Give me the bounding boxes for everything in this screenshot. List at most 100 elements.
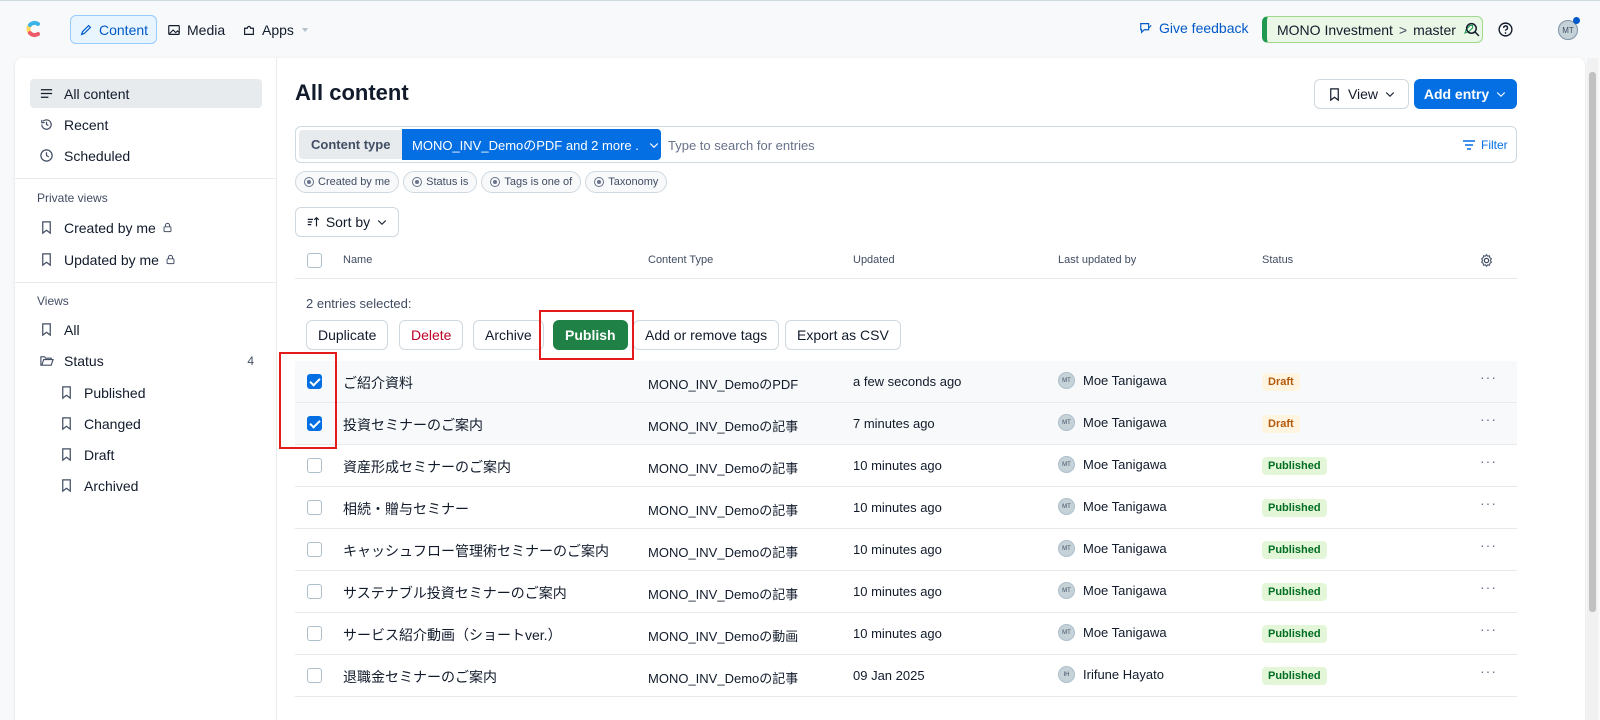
sidebar-item-updated-by-me[interactable]: Updated by me [30, 245, 262, 274]
chip-label: Taxonomy [608, 176, 659, 188]
avatar: MT [1058, 498, 1075, 515]
entry-name[interactable]: 退職金セミナーのご案内 [343, 667, 497, 687]
column-header-status[interactable]: Status [1262, 254, 1293, 266]
entry-content-type: MONO_INV_Demoの記事 [648, 419, 799, 434]
sidebar-item-label: Draft [84, 446, 115, 463]
sidebar-item-changed[interactable]: Changed [50, 409, 262, 438]
more-actions-icon[interactable]: ··· [1480, 579, 1497, 595]
column-header-last-updated-by[interactable]: Last updated by [1058, 254, 1136, 266]
chip-created-by-me[interactable]: Created by me [295, 171, 400, 193]
nav-content[interactable]: Content [70, 15, 158, 44]
nav-media[interactable]: Media [159, 15, 233, 44]
row-checkbox[interactable] [307, 668, 322, 683]
table-row[interactable]: 退職金セミナーのご案内 MONO_INV_Demoの記事 09 Jan 2025… [295, 655, 1517, 697]
sidebar-item-archived[interactable]: Archived [50, 471, 262, 500]
chip-tags-is-one-of[interactable]: Tags is one of [481, 171, 582, 193]
row-checkbox[interactable] [307, 542, 322, 557]
chip-taxonomy[interactable]: Taxonomy [585, 171, 668, 193]
image-icon [168, 24, 180, 35]
search-icon[interactable] [1464, 21, 1481, 38]
sidebar-item-scheduled[interactable]: Scheduled [30, 141, 262, 170]
row-checkbox[interactable] [307, 458, 322, 473]
scrollbar-thumb[interactable] [1589, 72, 1596, 612]
export-csv-button[interactable]: Export as CSV [785, 320, 901, 350]
sidebar-divider [15, 282, 277, 283]
bookmark-icon [42, 253, 51, 267]
sort-icon [307, 216, 319, 227]
view-button-label: View [1347, 86, 1379, 102]
content-type-value: MONO_INV_DemoのPDF and 2 more ... [412, 138, 640, 153]
user-name: Moe Tanigawa [1083, 373, 1167, 388]
delete-button[interactable]: Delete [399, 320, 464, 350]
row-checkbox[interactable] [307, 500, 322, 515]
column-header-content-type[interactable]: Content Type [648, 254, 713, 266]
table-row[interactable]: 相続・贈与セミナー MONO_INV_Demoの記事 10 minutes ag… [295, 487, 1517, 529]
sidebar-item-all[interactable]: All [30, 315, 262, 344]
gear-icon[interactable] [1479, 253, 1494, 268]
row-checkbox[interactable] [307, 626, 322, 641]
table-row[interactable]: ご紹介資料 MONO_INV_DemoのPDF a few seconds ag… [295, 361, 1517, 403]
sidebar-item-recent[interactable]: Recent [30, 110, 262, 139]
give-feedback-link[interactable]: Give feedback [1139, 20, 1249, 36]
entry-name[interactable]: キャッシュフロー管理術セミナーのご案内 [343, 541, 609, 561]
nav-apps[interactable]: Apps [234, 15, 318, 44]
nav-content-label: Content [99, 21, 149, 38]
sort-by-button[interactable]: Sort by [295, 207, 399, 237]
table-row[interactable]: サステナブル投資セミナーのご案内 MONO_INV_Demoの記事 10 min… [295, 571, 1517, 613]
content-type-select[interactable]: MONO_INV_DemoのPDF and 2 more ... [402, 129, 661, 160]
space-environment-switcher[interactable]: MONO Investment > master [1262, 16, 1483, 43]
sidebar-item-all-content[interactable]: All content [30, 79, 262, 108]
duplicate-button[interactable]: Duplicate [306, 320, 389, 350]
table-header: Name Content Type Updated Last updated b… [295, 242, 1517, 279]
view-button[interactable]: View [1314, 79, 1409, 109]
entry-name[interactable]: サステナブル投資セミナーのご案内 [343, 583, 567, 603]
caret-down-icon [301, 27, 309, 32]
puzzle-icon [244, 25, 254, 35]
select-all-checkbox[interactable] [307, 253, 322, 268]
chip-label: Created by me [318, 176, 391, 188]
sidebar-item-published[interactable]: Published [50, 378, 262, 407]
entry-name[interactable]: 投資セミナーのご案内 [343, 415, 483, 435]
column-header-updated[interactable]: Updated [853, 254, 895, 266]
entry-updated: a few seconds ago [853, 374, 962, 389]
sidebar-folder-status[interactable]: Status 4 [30, 346, 262, 375]
entry-name[interactable]: ご紹介資料 [343, 373, 413, 393]
environment-name: master [1413, 21, 1456, 38]
chip-status-is[interactable]: Status is [403, 171, 478, 193]
more-actions-icon[interactable]: ··· [1480, 537, 1497, 553]
chevron-down-icon [649, 142, 659, 148]
help-icon[interactable] [1497, 21, 1514, 38]
entry-name[interactable]: 資産形成セミナーのご案内 [343, 457, 511, 477]
entry-name[interactable]: サービス紹介動画（ショートver.） [343, 625, 562, 645]
search-input[interactable] [668, 133, 1368, 157]
more-actions-icon[interactable]: ··· [1480, 495, 1497, 511]
table-row[interactable]: 資産形成セミナーのご案内 MONO_INV_Demoの記事 10 minutes… [295, 445, 1517, 487]
more-actions-icon[interactable]: ··· [1480, 369, 1497, 385]
bookmark-icon [42, 323, 51, 337]
more-actions-icon[interactable]: ··· [1480, 411, 1497, 427]
column-header-name[interactable]: Name [343, 254, 372, 266]
contentful-logo[interactable] [22, 17, 46, 41]
sidebar-item-draft[interactable]: Draft [50, 440, 262, 469]
more-actions-icon[interactable]: ··· [1480, 621, 1497, 637]
more-actions-icon[interactable]: ··· [1480, 453, 1497, 469]
table-row[interactable]: サービス紹介動画（ショートver.） MONO_INV_Demoの動画 10 m… [295, 613, 1517, 655]
row-checkbox[interactable] [307, 584, 322, 599]
status-badge: Draft [1262, 373, 1300, 391]
table-row[interactable]: キャッシュフロー管理術セミナーのご案内 MONO_INV_Demoの記事 10 … [295, 529, 1517, 571]
user-name: Moe Tanigawa [1083, 541, 1167, 556]
avatar: MT [1058, 582, 1075, 599]
entry-updated-by: MT Moe Tanigawa [1058, 372, 1167, 389]
chevron-down-icon [1385, 92, 1395, 98]
folder-open-icon [40, 356, 54, 366]
table-row[interactable]: 投資セミナーのご案内 MONO_INV_Demoの記事 7 minutes ag… [295, 403, 1517, 445]
archive-button[interactable]: Archive [473, 320, 544, 350]
add-remove-tags-button[interactable]: Add or remove tags [633, 320, 780, 350]
sort-label: Sort by [325, 214, 371, 230]
add-entry-button[interactable]: Add entry [1414, 79, 1517, 109]
more-actions-icon[interactable]: ··· [1480, 663, 1497, 679]
filter-button[interactable]: Filter [1461, 137, 1508, 153]
entry-name[interactable]: 相続・贈与セミナー [343, 499, 469, 519]
sidebar-item-created-by-me[interactable]: Created by me [30, 213, 262, 242]
feedback-label: Give feedback [1159, 20, 1249, 36]
